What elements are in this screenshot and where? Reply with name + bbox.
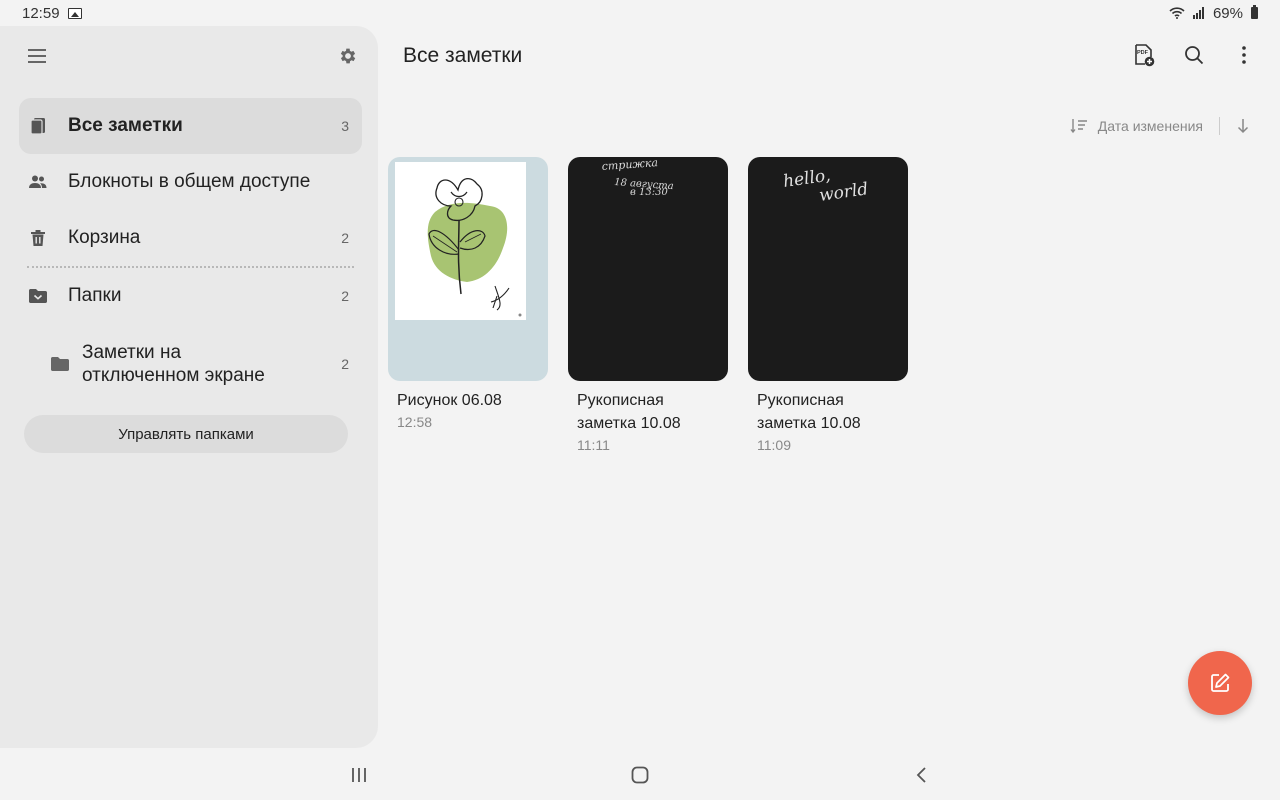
note-time: 11:11 [577,437,610,453]
back-icon [916,767,926,783]
recent-apps-icon [352,768,366,782]
sidebar-subfolder-screen-off[interactable]: Заметки на отключенном экране 2 [50,339,362,389]
back-button[interactable] [906,762,936,788]
signal-icon [1192,7,1204,19]
note-thumbnail[interactable] [388,157,548,381]
note-title: Рукописная заметка 10.08 [568,389,728,435]
note-card[interactable]: hello, world Рукописная заметка 10.08 11… [748,157,908,453]
folder-icon [51,357,69,371]
pdf-add-icon: PDF [1135,44,1155,67]
svg-text:PDF: PDF [1137,50,1149,56]
handwriting-preview: hello, world [782,166,870,206]
sidebar-item-count: 2 [341,230,349,246]
image-notification-icon [67,7,82,19]
wifi-icon [1169,7,1185,19]
drawing-paper [395,162,526,320]
note-card[interactable]: Рисунок 06.08 12:58 [388,157,548,430]
more-options-button[interactable] [1232,42,1256,68]
note-title-line1: Рукописная [577,392,664,409]
sidebar-item-all-notes[interactable]: Все заметки 3 [19,98,362,154]
trash-icon [31,230,45,246]
status-bar: 12:59 69% [0,0,1280,26]
subfolder-label-line1: Заметки на [82,342,182,363]
system-navigation-bar [0,750,1280,800]
sidebar-subfolder-label: Заметки на отключенном экране [82,341,341,387]
note-title-line2: заметка 10.08 [757,415,861,432]
sidebar-item-trash[interactable]: Корзина 2 [19,210,362,266]
people-icon [29,175,47,188]
new-note-button[interactable] [1188,651,1252,715]
compose-icon [1211,673,1230,692]
sidebar-subfolder-count: 2 [341,356,349,372]
pdf-import-button[interactable]: PDF [1132,42,1156,68]
sort-bar: Дата изменения [1070,117,1250,135]
note-card[interactable]: стрижка 18 августа в 13:30 Рукописная за… [568,157,728,453]
subfolder-label-line2: отключенном экране [82,365,265,386]
home-button[interactable] [625,762,655,788]
sort-label[interactable]: Дата изменения [1098,118,1203,134]
sidebar-item-count: 3 [341,118,349,134]
note-thumbnail[interactable]: стрижка 18 августа в 13:30 [568,157,728,381]
page-title: Все заметки [403,44,523,67]
manage-folders-button[interactable]: Управлять папками [24,415,348,453]
note-title-line1: Рукописная [757,392,844,409]
sidebar: Все заметки 3 Блокноты в общем доступе К [0,26,378,748]
note-title-line2: заметка 10.08 [577,415,681,432]
search-button[interactable] [1182,42,1206,68]
note-time: 11:09 [757,437,791,453]
note-title: Рукописная заметка 10.08 [748,389,908,435]
sidebar-item-shared-notebooks[interactable]: Блокноты в общем доступе [19,154,362,210]
note-thumbnail[interactable]: hello, world [748,157,908,381]
note-title: Рисунок 06.08 [397,392,502,409]
gear-icon[interactable] [338,46,358,66]
sort-separator [1219,117,1220,135]
sidebar-item-count: 2 [341,288,349,304]
handwriting-line: в 13:30 [630,187,668,198]
sort-icon[interactable] [1070,118,1088,134]
home-icon [631,766,649,784]
sidebar-item-folders[interactable]: Папки 2 [19,268,362,324]
sidebar-item-label: Корзина [68,227,141,248]
search-icon [1185,46,1204,65]
note-time: 12:58 [397,414,433,430]
sidebar-item-label: Все заметки [68,115,183,136]
handwriting-preview: стрижка 18 августа в 13:30 [601,157,674,198]
handwriting-line: стрижка [601,157,658,173]
more-vertical-icon [1242,46,1246,64]
sidebar-item-label: Папки [68,285,122,306]
battery-level: 69% [1212,4,1243,22]
flower-drawing-icon [427,178,522,317]
folder-chevron-icon [29,289,47,303]
battery-icon [1251,5,1258,19]
sort-direction-arrow-icon[interactable] [1236,118,1250,134]
menu-icon[interactable] [28,49,46,63]
notes-stack-icon [30,118,45,135]
status-time: 12:59 [22,4,60,22]
recent-apps-button[interactable] [344,762,374,788]
sidebar-item-label: Блокноты в общем доступе [68,171,311,192]
